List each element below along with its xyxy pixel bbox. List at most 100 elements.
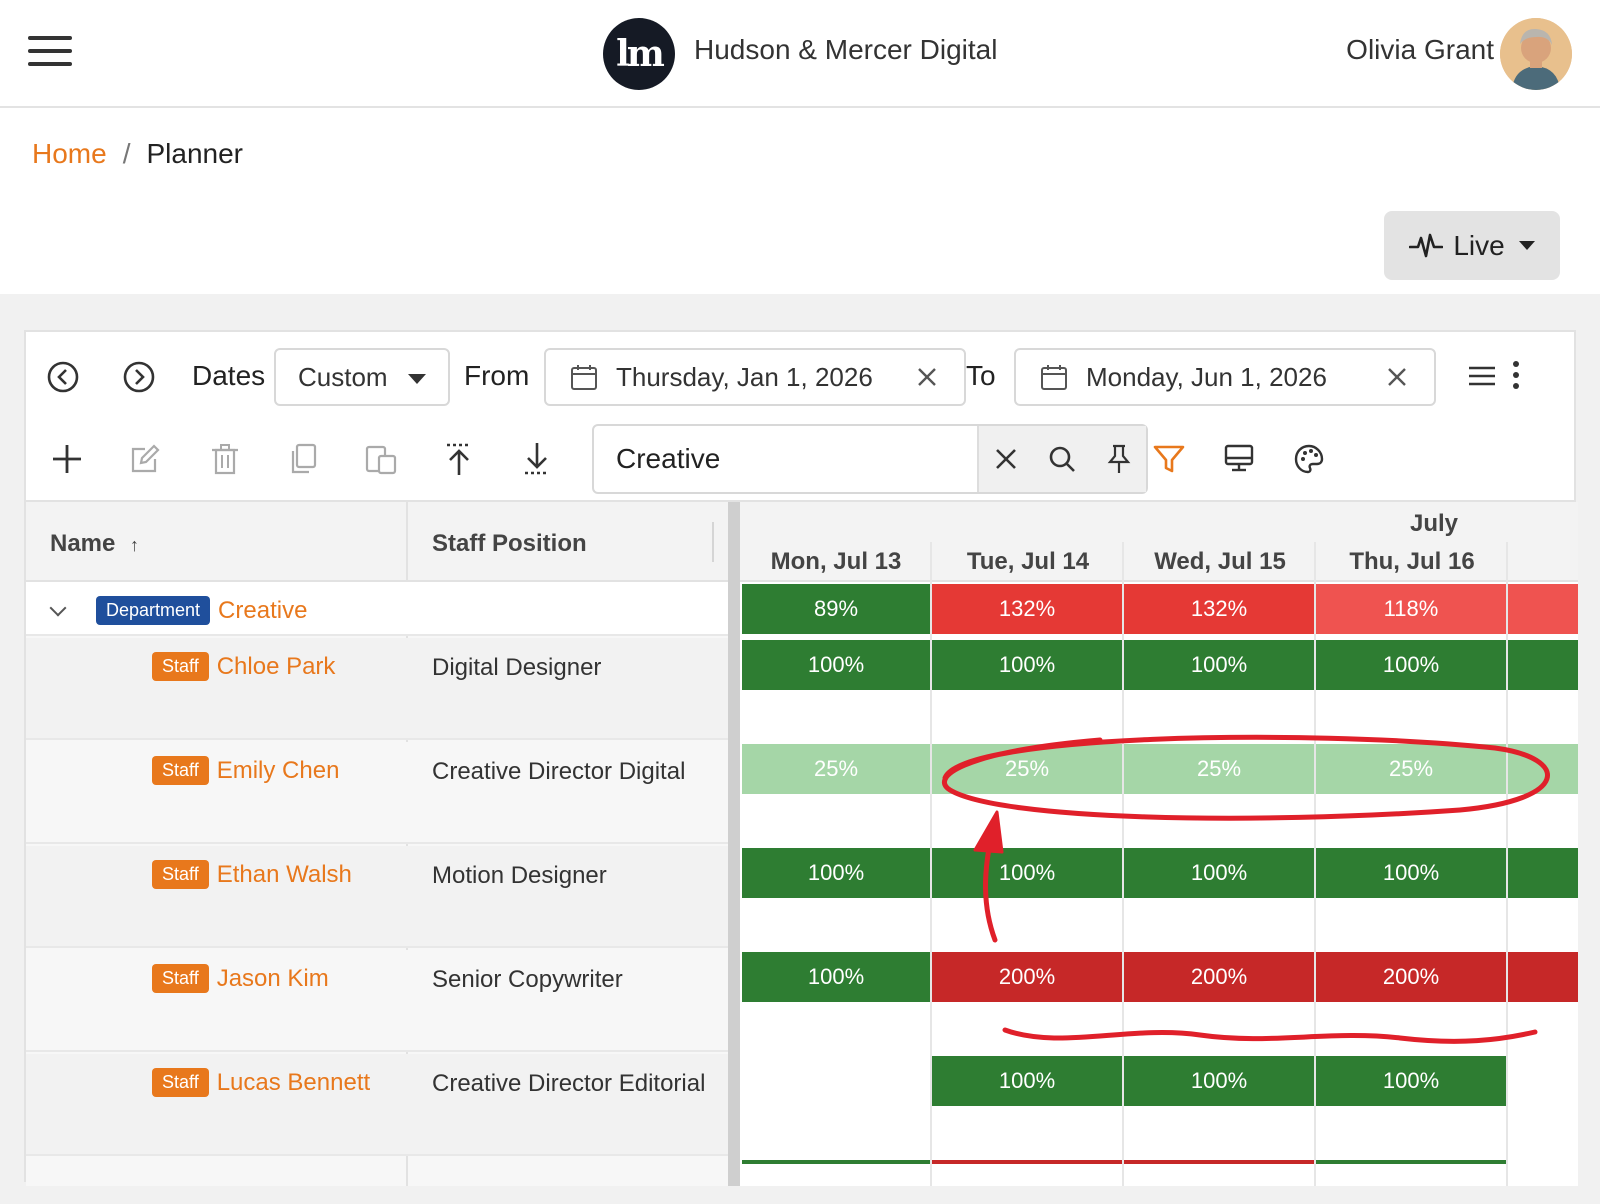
allocation-cell[interactable]: 100%: [742, 640, 930, 690]
breadcrumb-separator: /: [122, 138, 131, 169]
edit-button[interactable]: [122, 436, 168, 482]
search-input[interactable]: [594, 426, 977, 492]
menu-icon[interactable]: [28, 36, 72, 70]
staff-row[interactable]: Staff Emily Chen Creative Director Digit…: [26, 742, 728, 844]
column-header-name[interactable]: Name ↑: [50, 530, 139, 558]
department-badge: Department: [96, 596, 211, 625]
from-date-value: Thursday, Jan 1, 2026: [616, 361, 873, 392]
allocation-cell[interactable]: 100%: [932, 848, 1122, 898]
planner-panel: Dates Custom From Thursday, Jan 1, 2026 …: [24, 330, 1578, 1186]
staff-row[interactable]: Staff Jason Kim Senior Copywriter: [26, 950, 728, 1052]
staff-position: Digital Designer: [432, 654, 602, 681]
sort-ascending-icon[interactable]: ↑: [130, 535, 139, 555]
next-period-button[interactable]: [122, 360, 156, 394]
move-to-top-button[interactable]: [436, 436, 482, 482]
allocation-cell[interactable]: 132%: [1124, 584, 1314, 634]
theme-button[interactable]: [1286, 436, 1332, 482]
schedule-area: July Mon, Jul 13 Tue, Jul 14 Wed, Jul 15…: [740, 502, 1578, 1186]
allocation-cell[interactable]: 100%: [932, 1056, 1122, 1106]
to-date-field[interactable]: Monday, Jun 1, 2026: [1014, 348, 1436, 406]
grid-splitter[interactable]: [728, 502, 740, 1186]
column-resize-handle[interactable]: [712, 522, 714, 562]
allocation-cell[interactable]: 89%: [742, 584, 930, 634]
staff-name[interactable]: Emily Chen: [217, 757, 340, 785]
staff-badge: Staff: [152, 652, 209, 681]
more-options-icon[interactable]: [1512, 360, 1520, 390]
from-date-field[interactable]: Thursday, Jan 1, 2026: [544, 348, 966, 406]
allocation-cell[interactable]: 100%: [1124, 1056, 1314, 1106]
staff-row[interactable]: Staff Lucas Bennett Creative Director Ed…: [26, 1054, 728, 1156]
allocation-cell-partial: [742, 1160, 930, 1164]
brand-logo[interactable]: lm: [603, 18, 675, 90]
user-name[interactable]: Olivia Grant: [1346, 34, 1494, 66]
allocation-cell[interactable]: 200%: [1316, 952, 1506, 1002]
allocation-cell[interactable]: 100%: [742, 848, 930, 898]
allocation-cell[interactable]: 25%: [932, 744, 1122, 794]
add-button[interactable]: [44, 436, 90, 482]
action-toolbar: [26, 424, 1574, 496]
staff-name[interactable]: Jason Kim: [217, 965, 329, 993]
list-view-icon[interactable]: [1468, 364, 1496, 388]
allocation-cell[interactable]: 100%: [1316, 640, 1506, 690]
avatar[interactable]: [1500, 18, 1572, 90]
allocation-cell[interactable]: 100%: [742, 952, 930, 1002]
delete-button[interactable]: [202, 436, 248, 482]
copy-button[interactable]: [280, 436, 326, 482]
allocation-cell[interactable]: 118%: [1316, 584, 1506, 634]
dates-mode-select[interactable]: Custom: [274, 348, 450, 406]
department-name-cell: Department Creative: [96, 596, 307, 625]
pin-icon[interactable]: [1107, 444, 1131, 474]
calendar-icon: [571, 365, 597, 390]
planner-grid: Name ↑ Staff Position Department Creativ…: [26, 500, 1578, 1186]
allocation-cell-overflow[interactable]: [1508, 848, 1578, 898]
allocation-cell-overflow[interactable]: [1508, 584, 1578, 634]
allocation-cell[interactable]: 200%: [932, 952, 1122, 1002]
clear-search-icon[interactable]: [994, 447, 1018, 471]
search-icon[interactable]: [1048, 445, 1076, 473]
allocation-cell[interactable]: 100%: [1316, 848, 1506, 898]
allocation-cell[interactable]: 25%: [1316, 744, 1506, 794]
allocation-cell[interactable]: 200%: [1124, 952, 1314, 1002]
allocation-cell-overflow[interactable]: [1508, 640, 1578, 690]
day-header: Tue, Jul 14: [966, 548, 1090, 575]
live-button[interactable]: Live: [1384, 211, 1560, 280]
allocation-cell[interactable]: 100%: [1124, 848, 1314, 898]
paste-icon: [365, 445, 397, 475]
day-header: Wed, Jul 15: [1154, 548, 1286, 575]
staff-row[interactable]: Staff Chloe Park Digital Designer: [26, 638, 728, 740]
allocation-cell[interactable]: 100%: [932, 640, 1122, 690]
staff-position: Senior Copywriter: [432, 966, 623, 993]
dates-label: Dates: [192, 360, 266, 391]
chevron-right-circle-icon: [123, 361, 155, 393]
allocation-cell-overflow[interactable]: [1508, 952, 1578, 1002]
day-header: Mon, Jul 13: [770, 548, 902, 575]
clear-icon[interactable]: [916, 366, 938, 388]
chevron-down-icon[interactable]: [49, 599, 67, 617]
clear-icon[interactable]: [1386, 366, 1408, 388]
staff-badge: Staff: [152, 964, 209, 993]
allocation-cell[interactable]: 132%: [932, 584, 1122, 634]
staff-badge: Staff: [152, 756, 209, 785]
staff-name[interactable]: Chloe Park: [217, 653, 336, 681]
column-header-staff-position[interactable]: Staff Position: [432, 530, 587, 558]
prev-period-button[interactable]: [46, 360, 80, 394]
department-name[interactable]: Creative: [218, 597, 307, 625]
staff-name-cell: Staff Lucas Bennett: [152, 1068, 370, 1097]
staff-name[interactable]: Lucas Bennett: [217, 1069, 370, 1097]
allocation-cell[interactable]: 100%: [1316, 1056, 1506, 1106]
paste-button[interactable]: [358, 436, 404, 482]
day-header: Thu, Jul 16: [1349, 548, 1475, 575]
filter-button[interactable]: [1146, 436, 1192, 482]
department-row[interactable]: Department Creative: [26, 582, 728, 636]
staff-name[interactable]: Ethan Walsh: [217, 861, 352, 889]
month-label: July: [1410, 510, 1459, 537]
staff-row[interactable]: Staff Ethan Walsh Motion Designer: [26, 846, 728, 948]
move-to-bottom-button[interactable]: [514, 436, 560, 482]
breadcrumb-home[interactable]: Home: [32, 138, 107, 169]
allocation-cell[interactable]: 100%: [1124, 640, 1314, 690]
allocation-cell[interactable]: 25%: [1124, 744, 1314, 794]
allocation-cell-partial: [932, 1160, 1122, 1164]
allocation-cell-overflow[interactable]: [1508, 744, 1578, 794]
allocation-cell[interactable]: 25%: [742, 744, 930, 794]
display-button[interactable]: [1216, 436, 1262, 482]
